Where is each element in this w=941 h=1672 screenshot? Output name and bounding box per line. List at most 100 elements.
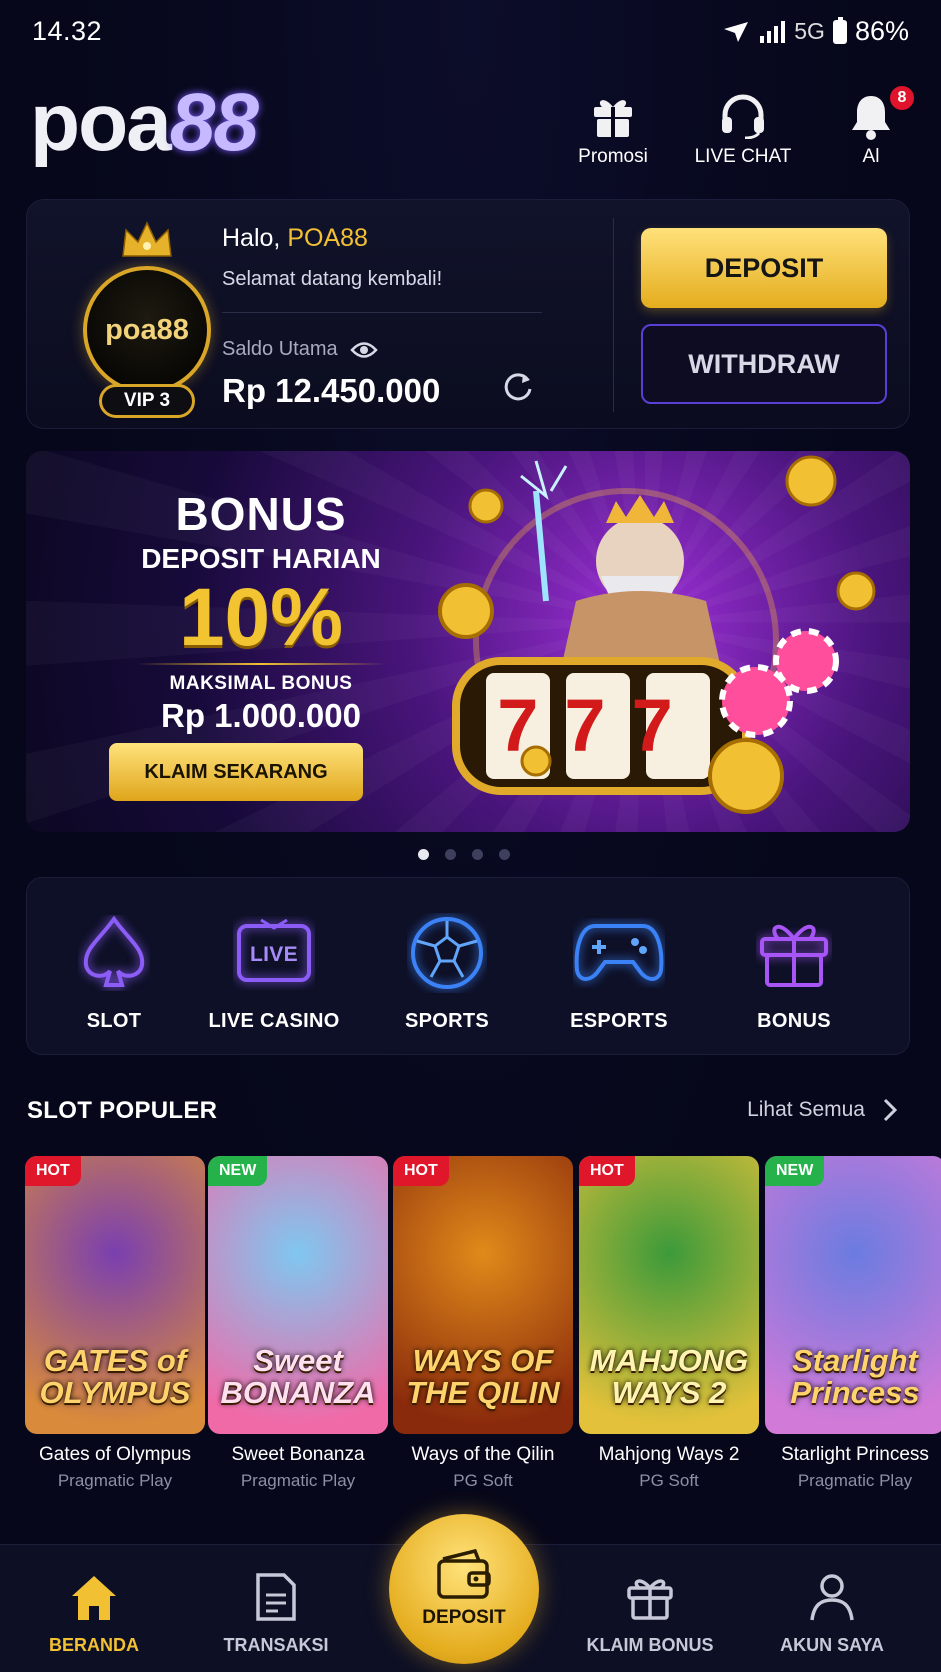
category-slot[interactable]: SLOT — [29, 908, 199, 1033]
welcome-text: Selamat datang kembali! — [222, 268, 443, 290]
game-art-title: Sweet BONANZA — [220, 1342, 376, 1411]
game-card[interactable]: GATES of OLYMPUS HOT Gates of Olympus Pragm… — [25, 1156, 205, 1491]
game-title: Gates of Olympus — [38, 1444, 192, 1465]
chevron-right-icon — [883, 1098, 897, 1122]
status-bar: 14.32 5G 86% — [0, 0, 941, 64]
greeting: Halo, POA88 — [222, 224, 368, 253]
banner-max-value: Rp 1.000.000 — [161, 697, 361, 735]
svg-text:LIVE: LIVE — [250, 943, 298, 966]
logo-number: 88 — [169, 77, 259, 168]
divider — [136, 663, 386, 666]
carousel-dot[interactable] — [472, 849, 483, 860]
category-label: LIVE CASINO — [208, 1010, 340, 1032]
balance-amount: Rp 12.450.000 — [222, 372, 441, 409]
category-sports[interactable]: SPORTS — [362, 908, 532, 1033]
game-art-title: MAHJONG WAYS 2 — [589, 1342, 749, 1411]
live-chat-button[interactable]: LIVE CHAT — [688, 86, 798, 168]
vip-badge: VIP 3 — [99, 384, 195, 418]
status-time: 14.32 — [32, 16, 103, 46]
game-title: Mahjong Ways 2 — [598, 1444, 740, 1465]
avatar-logo: poa88 — [83, 266, 211, 394]
banner-subtitle: DEPOSIT HARIAN — [141, 543, 381, 574]
balance-label: Saldo Utama — [222, 338, 338, 360]
deposit-fab-button[interactable]: DEPOSIT — [389, 1514, 539, 1664]
avatar[interactable]: poa88 VIP 3 — [55, 220, 235, 418]
category-live-casino[interactable]: LIVE LIVE CASINO — [189, 908, 359, 1033]
banner-title: BONUS — [175, 488, 347, 540]
category-esports[interactable]: ESPORTS — [534, 908, 704, 1033]
carousel-dots — [418, 849, 510, 860]
game-tag: HOT — [393, 1156, 449, 1186]
gift-icon — [760, 925, 828, 987]
carousel-dot[interactable] — [445, 849, 456, 860]
live-tv-icon: LIVE — [237, 918, 311, 982]
balance-label-row: Saldo Utama — [222, 338, 378, 361]
nav-home[interactable]: BERANDA — [19, 1567, 169, 1656]
banner-text-block: BONUS DEPOSIT HARIAN 10% MAKSIMAL BONUS … — [106, 487, 416, 735]
account-card: poa88 VIP 3 Halo, POA88 Selamat datang k… — [26, 199, 910, 429]
game-provider: Pragmatic Play — [240, 1471, 356, 1490]
signal-icon — [760, 20, 786, 43]
game-thumbnail: Sweet BONANZA NEW — [208, 1156, 388, 1434]
eye-icon[interactable] — [349, 341, 378, 359]
refresh-icon[interactable] — [501, 370, 535, 404]
battery-level: 86% — [854, 16, 909, 46]
user-icon — [810, 1574, 854, 1621]
game-card[interactable]: Sweet BONANZA NEW Sweet Bonanza Pragmatic P… — [208, 1156, 388, 1491]
see-all-label: Lihat Semua — [747, 1098, 865, 1121]
category-label: SLOT — [86, 1010, 142, 1032]
deposit-button[interactable]: DEPOSIT — [641, 228, 887, 308]
withdraw-button[interactable]: WITHDRAW — [641, 324, 887, 404]
nav-claim-bonus[interactable]: KLAIM BONUS — [575, 1567, 725, 1656]
brand-logo[interactable]: poa88 — [30, 82, 259, 164]
promo-label: Promosi — [578, 146, 648, 167]
category-label: ESPORTS — [570, 1010, 668, 1032]
game-card[interactable]: WAYS OF THE QILIN HOT Ways of the Qilin PG … — [393, 1156, 573, 1491]
nav-account[interactable]: AKUN SAYA — [757, 1567, 907, 1656]
game-thumbnail: GATES of OLYMPUS HOT — [25, 1156, 205, 1434]
game-card[interactable]: Starlight Princess NEW Starlight Princess P… — [765, 1156, 941, 1491]
status-icons: 5G 86% — [722, 16, 909, 47]
game-provider: PG Soft — [639, 1471, 699, 1490]
username: POA88 — [287, 224, 368, 252]
notification-button[interactable]: 8 Al — [840, 84, 916, 168]
category-menu: SLOT LIVE LIVE CASINO SPORTS ESPORTS BON… — [26, 877, 910, 1055]
wallet-icon — [437, 1549, 491, 1599]
document-icon — [256, 1573, 296, 1621]
carousel-dot[interactable] — [418, 849, 429, 860]
gamepad-icon — [574, 924, 664, 981]
game-art-title: GATES of OLYMPUS — [39, 1342, 191, 1411]
game-thumbnail: Starlight Princess NEW — [765, 1156, 941, 1434]
game-thumbnail: WAYS OF THE QILIN HOT — [393, 1156, 573, 1434]
game-tag: NEW — [765, 1156, 825, 1186]
category-label: BONUS — [757, 1010, 831, 1032]
soccer-ball-icon — [411, 917, 483, 989]
divider — [613, 218, 614, 412]
category-bonus[interactable]: BONUS — [709, 908, 879, 1033]
app-screen: 14.32 5G 86% poa88 Promosi LIVE CHAT 8 A… — [0, 0, 941, 1672]
nav-label: AKUN SAYA — [780, 1635, 884, 1655]
promo-banner[interactable]: 777 BONUS DEPOSIT HARIAN 10% MAKSIMAL BO… — [26, 451, 910, 832]
spade-icon — [83, 915, 145, 987]
carousel-dot[interactable] — [499, 849, 510, 860]
battery-icon — [832, 16, 847, 44]
gift-icon — [627, 1579, 673, 1620]
claim-now-button[interactable]: KLAIM SEKARANG — [109, 743, 363, 801]
game-title: Starlight Princess — [781, 1444, 929, 1465]
game-card[interactable]: MAHJONG WAYS 2 HOT Mahjong Ways 2 PG Soft — [579, 1156, 759, 1491]
promo-button[interactable]: Promosi — [565, 86, 661, 168]
see-all-link[interactable]: Lihat Semua — [747, 1098, 897, 1122]
headset-icon — [722, 94, 764, 139]
notification-label: Al — [862, 146, 880, 167]
game-provider: Pragmatic Play — [57, 1471, 173, 1490]
game-art-title: Starlight Princess — [790, 1342, 920, 1411]
nav-label: KLAIM BONUS — [586, 1635, 714, 1655]
banner-percent: 10% — [178, 572, 344, 663]
game-tag: NEW — [208, 1156, 268, 1186]
game-title: Ways of the Qilin — [411, 1444, 555, 1465]
nav-transactions[interactable]: TRANSAKSI — [201, 1567, 351, 1656]
game-provider: Pragmatic Play — [797, 1471, 913, 1490]
divider — [222, 312, 542, 313]
home-icon — [72, 1576, 116, 1620]
live-chat-label: LIVE CHAT — [694, 146, 792, 167]
